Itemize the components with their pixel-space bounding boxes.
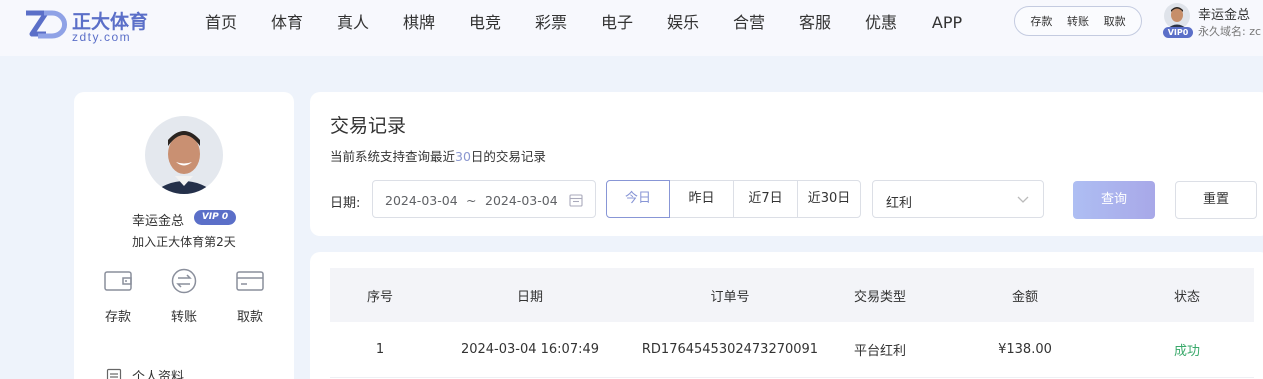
transfer-label: 转账 [170, 310, 197, 325]
date-label: 日期: [330, 196, 361, 211]
quick-date-today[interactable]: 今日 [606, 180, 670, 218]
profile-icon [106, 368, 122, 379]
main-nav: 首页 体育 真人 棋牌 电竞 彩票 电子 娱乐 合营 客服 优惠 APP [188, 0, 980, 46]
page-subtitle: 当前系统支持查询最近30日的交易记录 [330, 146, 546, 165]
menu-profile-label: 个人资料 [132, 370, 185, 379]
date-separator: ~ [466, 193, 477, 208]
profile-card: 幸运金总 VIP 0 加入正大体育第2天 存款 转账 取款 个人资料 [74, 92, 294, 379]
quick-deposit-button[interactable]: 存款 [1030, 13, 1052, 29]
nav-esports[interactable]: 电竞 [452, 0, 518, 46]
date-end[interactable]: 2024-03-04 [485, 193, 558, 208]
subtitle-days: 30 [455, 149, 471, 164]
nav-promotions[interactable]: 优惠 [848, 0, 914, 46]
nav-home[interactable]: 首页 [188, 0, 254, 46]
quick-date-group: 今日 昨日 近7日 近30日 [606, 180, 861, 218]
card-icon [236, 271, 264, 291]
calendar-icon [569, 194, 583, 207]
filter-card: 交易记录 当前系统支持查询最近30日的交易记录 日期: 2024-03-04 ~… [310, 92, 1263, 236]
date-range-picker[interactable]: 2024-03-04 ~ 2024-03-04 [372, 180, 596, 218]
quick-date-yesterday[interactable]: 昨日 [669, 180, 734, 218]
header-username[interactable]: 幸运金总 [1198, 4, 1250, 23]
withdraw-button[interactable]: 取款 [228, 268, 272, 325]
deposit-label: 存款 [104, 310, 131, 325]
header-vip-badge: VIP0 [1163, 27, 1193, 38]
cell-status: 成功 [1173, 344, 1200, 359]
profile-avatar [145, 116, 223, 194]
header-domain: 永久域名: zc [1198, 25, 1262, 38]
profile-join-days: 加入正大体育第2天 [132, 235, 236, 249]
quick-date-30days[interactable]: 近30日 [797, 180, 861, 218]
transaction-type-select[interactable]: 红利 [872, 180, 1044, 218]
brand-logo-mark [26, 10, 68, 39]
nav-chess[interactable]: 棋牌 [386, 0, 452, 46]
nav-app[interactable]: APP [914, 0, 980, 46]
subtitle-prefix: 当前系统支持查询最近 [330, 149, 456, 164]
transaction-type-value: 红利 [886, 196, 913, 211]
col-type: 交易类型 [853, 289, 906, 305]
transfer-button[interactable]: 转账 [162, 268, 206, 325]
col-date: 日期 [516, 289, 543, 305]
col-amount: 金额 [1011, 289, 1038, 305]
brand-subtitle: zdty.com [72, 30, 132, 44]
nav-service[interactable]: 客服 [782, 0, 848, 46]
withdraw-label: 取款 [236, 310, 263, 325]
table-row: 1 2024-03-04 16:07:49 RD1764545302473270… [330, 322, 1254, 378]
deposit-button[interactable]: 存款 [96, 268, 140, 325]
records-card: 序号 日期 订单号 交易类型 金额 状态 1 2024-03-04 16:07:… [310, 252, 1263, 379]
col-order: 订单号 [710, 289, 750, 305]
cell-order: RD1764545302473270091 [641, 342, 819, 357]
top-header: 正大体育 zdty.com 首页 体育 真人 棋牌 电竞 彩票 电子 娱乐 合营… [0, 0, 1263, 56]
transfer-icon [171, 268, 197, 294]
col-index: 序号 [366, 289, 393, 305]
query-button[interactable]: 查询 [1073, 181, 1155, 219]
quick-withdraw-button[interactable]: 取款 [1104, 13, 1126, 29]
nav-slots[interactable]: 电子 [584, 0, 650, 46]
subtitle-suffix: 日的交易记录 [470, 149, 546, 164]
col-status: 状态 [1173, 289, 1200, 305]
cell-index: 1 [375, 342, 385, 357]
quick-transfer-button[interactable]: 转账 [1067, 13, 1089, 29]
profile-username: 幸运金总 [132, 214, 185, 229]
nav-lottery[interactable]: 彩票 [518, 0, 584, 46]
table-header: 序号 日期 订单号 交易类型 金额 状态 [330, 268, 1254, 322]
menu-profile[interactable]: 个人资料 [106, 366, 184, 379]
profile-vip-badge: VIP 0 [194, 210, 236, 225]
cell-amount: ¥138.00 [998, 342, 1052, 357]
nav-entertainment[interactable]: 娱乐 [650, 0, 716, 46]
brand-logo[interactable]: 正大体育 zdty.com [22, 6, 162, 44]
reset-button[interactable]: 重置 [1175, 181, 1257, 219]
quick-actions: 存款 转账 取款 [1014, 6, 1142, 36]
cell-date: 2024-03-04 16:07:49 [460, 342, 600, 357]
nav-partner[interactable]: 合营 [716, 0, 782, 46]
nav-sports[interactable]: 体育 [254, 0, 320, 46]
nav-live[interactable]: 真人 [320, 0, 386, 46]
wallet-icon [104, 271, 132, 291]
cell-type: 平台红利 [853, 344, 906, 359]
header-avatar[interactable] [1164, 3, 1190, 29]
page-title: 交易记录 [330, 115, 407, 137]
date-start[interactable]: 2024-03-04 [385, 193, 458, 208]
chevron-down-icon [1017, 196, 1029, 203]
quick-date-7days[interactable]: 近7日 [733, 180, 798, 218]
records-table: 序号 日期 订单号 交易类型 金额 状态 1 2024-03-04 16:07:… [330, 268, 1254, 378]
